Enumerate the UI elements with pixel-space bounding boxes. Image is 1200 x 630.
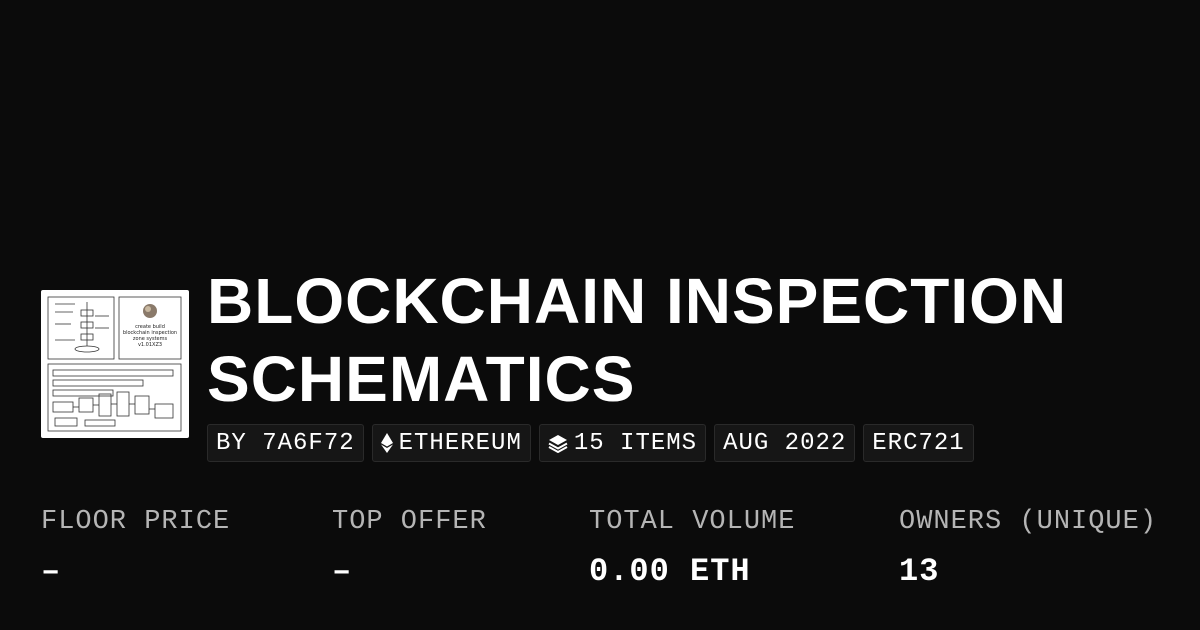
collection-title-line-2: SCHEMATICS [207, 343, 636, 415]
total-volume-value: 0.00 ETH [589, 553, 751, 590]
owners-value: 13 [899, 553, 940, 590]
standard-tag: ERC721 [863, 424, 974, 462]
chain-tag[interactable]: ETHEREUM [371, 424, 531, 462]
schematic-drawing-image: create build blockchain inspection zone … [47, 296, 182, 432]
total-volume-label: TOTAL VOLUME [589, 507, 796, 537]
creator-tag[interactable]: BY 7A6F72 [207, 424, 364, 462]
items-tag[interactable]: 15 ITEMS [538, 424, 707, 462]
layers-icon [548, 435, 568, 453]
collection-header: create build blockchain inspection zone … [41, 262, 1161, 462]
floor-price-label: FLOOR PRICE [41, 507, 231, 537]
owners-stat: OWNERS (UNIQUE) 13 [899, 505, 1157, 591]
tag-row: BY 7A6F72 ETHEREUM 15 ITEMS AUG 2022 ERC… [207, 424, 1067, 462]
collection-thumbnail[interactable]: create build blockchain inspection zone … [41, 290, 189, 438]
date-tag: AUG 2022 [714, 424, 856, 462]
chain-tag-label: ETHEREUM [398, 429, 522, 457]
title-block: BLOCKCHAIN INSPECTION SCHEMATICS BY 7A6F… [207, 262, 1067, 462]
owners-label: OWNERS (UNIQUE) [899, 507, 1158, 537]
items-tag-label: 15 ITEMS [573, 429, 698, 457]
date-tag-label: AUG 2022 [723, 429, 847, 457]
top-offer-stat: TOP OFFER – [332, 505, 487, 591]
top-offer-value: – [332, 553, 353, 590]
floor-price-stat: FLOOR PRICE – [41, 505, 230, 591]
ethereum-icon [380, 433, 393, 453]
total-volume-stat: TOTAL VOLUME 0.00 ETH [589, 505, 795, 591]
top-offer-label: TOP OFFER [332, 507, 487, 537]
collection-title-line-1: BLOCKCHAIN INSPECTION [207, 265, 1068, 337]
standard-tag-label: ERC721 [872, 429, 965, 457]
thumbnail-text-4: v1.01XZ3 [138, 342, 162, 348]
creator-tag-label: BY 7A6F72 [216, 429, 355, 457]
floor-price-value: – [41, 553, 62, 590]
